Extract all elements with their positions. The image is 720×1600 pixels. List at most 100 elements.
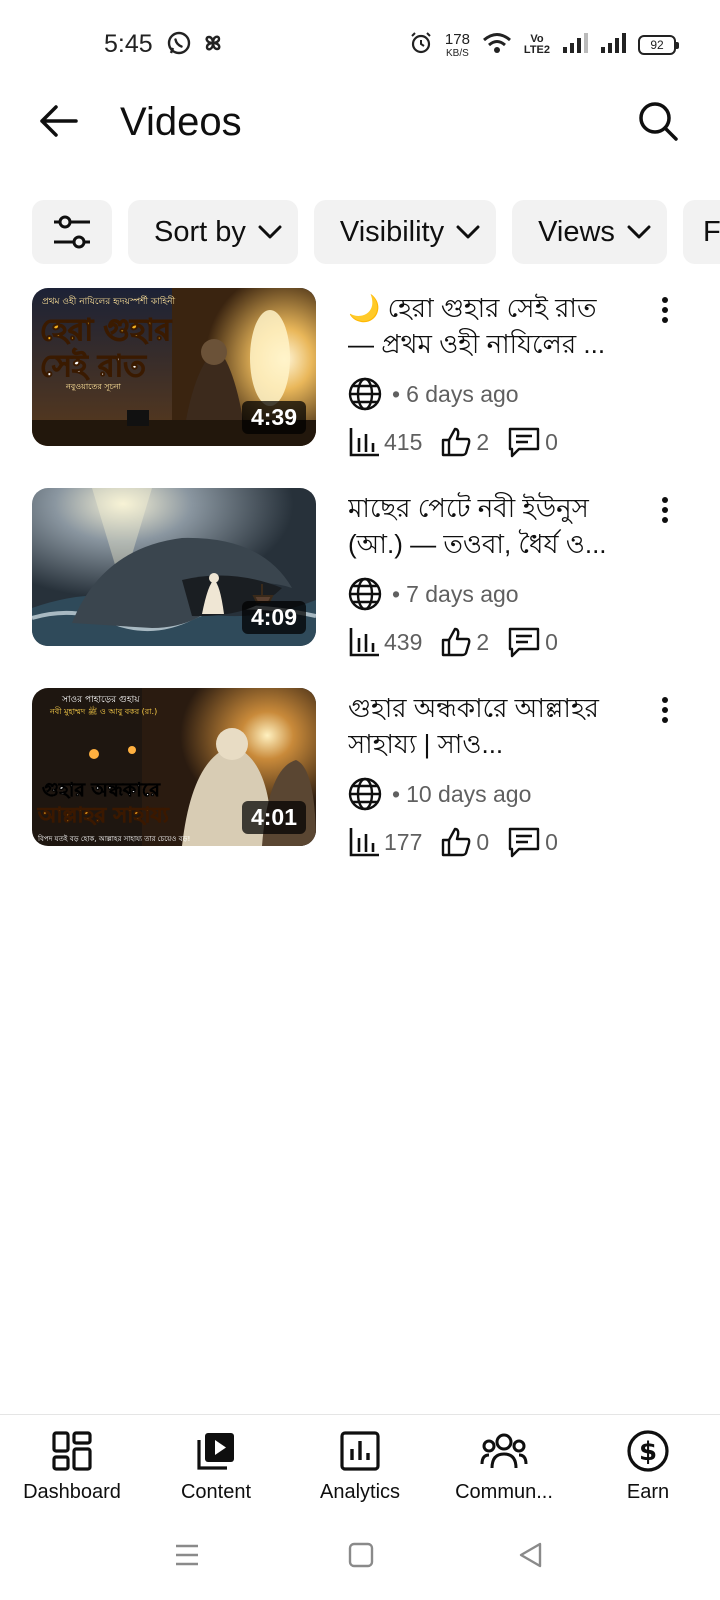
comment-icon xyxy=(508,827,540,858)
chip-sort-by-label: Sort by xyxy=(154,215,246,248)
chip-partial[interactable]: F xyxy=(682,200,720,264)
nav-content[interactable]: Content xyxy=(144,1415,288,1520)
square-home-icon xyxy=(348,1542,374,1568)
analytics-icon xyxy=(339,1427,381,1475)
video-age: 7 days ago xyxy=(406,580,519,607)
chevron-down-icon xyxy=(456,225,480,239)
pinwheel-app-icon xyxy=(200,30,226,61)
likes-count: 2 xyxy=(476,628,490,655)
network-speed: 178 KB/S xyxy=(445,32,470,59)
status-bar: 5:45 178 KB/S Vo LTE2 92 xyxy=(0,0,720,90)
recent-apps-button[interactable] xyxy=(174,1542,200,1573)
thumbnail-headline-1: হেরা গুহার xyxy=(40,313,173,348)
likes-stat: 2 xyxy=(440,426,489,458)
nav-dashboard-label: Dashboard xyxy=(23,1481,121,1503)
chip-sort-by[interactable]: Sort by xyxy=(128,200,298,264)
views-count: 177 xyxy=(384,828,423,855)
video-meta: • 6 days ago xyxy=(348,376,628,412)
video-stats: 177 0 0 xyxy=(348,824,628,860)
video-title[interactable]: মাছের পেটে নবী ইউনুস (আ.) — তওবা, ধৈর্য … xyxy=(348,490,628,562)
thumbs-up-icon xyxy=(442,827,471,857)
more-vertical-icon xyxy=(662,497,668,523)
speed-unit: KB/S xyxy=(446,47,469,59)
menu-lines-icon xyxy=(176,1544,198,1566)
volte-indicator: Vo LTE2 xyxy=(524,34,550,56)
video-title[interactable]: গুহার অন্ধকারে আল্লাহর সাহায্য | সাও... xyxy=(348,690,628,762)
thumbs-up-icon xyxy=(442,627,471,657)
nav-analytics[interactable]: Analytics xyxy=(288,1415,432,1520)
chevron-down-icon xyxy=(258,225,282,239)
video-thumbnail[interactable]: সাওর পাহাড়ের গুহায় নবী মুহাম্মদ ﷺ ও আব… xyxy=(32,688,316,846)
content-icon xyxy=(195,1427,237,1475)
home-button[interactable] xyxy=(348,1542,374,1573)
chip-views-label: Views xyxy=(538,215,615,248)
video-age: 10 days ago xyxy=(406,780,532,807)
comments-count: 0 xyxy=(545,628,558,655)
chip-views[interactable]: Views xyxy=(512,200,667,264)
video-item[interactable]: সাওর পাহাড়ের গুহায় নবী মুহাম্মদ ﷺ ও আব… xyxy=(0,688,720,888)
likes-stat: 0 xyxy=(440,826,489,858)
comment-icon xyxy=(508,627,540,658)
nav-earn-label: Earn xyxy=(626,1481,670,1503)
views-stat: 439 xyxy=(348,626,422,658)
chip-partial-label: F xyxy=(702,215,720,248)
more-vertical-icon xyxy=(662,697,668,723)
video-title[interactable]: 🌙 হেরা গুহার সেই রাত — প্রথম ওহী নাযিলের… xyxy=(348,290,628,362)
video-age: 6 days ago xyxy=(406,380,519,407)
search-icon xyxy=(639,102,678,141)
thumbnail-caption-top: প্রথম ওহী নাযিলের হৃদয়স্পর্শী কাহিনী xyxy=(42,295,175,307)
separator-dot: • xyxy=(392,380,401,407)
likes-count: 0 xyxy=(476,828,490,855)
video-item[interactable]: প্রথম ওহী নাযিলের হৃদয়স্পর্শী কাহিনী হে… xyxy=(0,288,720,488)
video-info: গুহার অন্ধকারে আল্লাহর সাহায্য | সাও... … xyxy=(348,690,628,860)
thumbnail-caption-top: সাওর পাহাড়ের গুহায় xyxy=(61,695,140,705)
earn-icon: $ xyxy=(626,1427,670,1475)
video-stats: 415 2 0 xyxy=(348,424,628,460)
video-duration: 4:39 xyxy=(241,401,306,434)
globe-public-icon xyxy=(348,577,382,611)
bar-chart-icon xyxy=(349,828,379,857)
separator-dot: • xyxy=(392,780,401,807)
chip-visibility[interactable]: Visibility xyxy=(313,200,497,264)
video-item[interactable]: 4:09 মাছের পেটে নবী ইউনুস (আ.) — তওবা, ধ… xyxy=(0,488,720,688)
separator-dot: • xyxy=(392,580,401,607)
likes-count: 2 xyxy=(476,428,490,455)
signal-2-icon xyxy=(600,32,626,58)
back-button[interactable] xyxy=(30,93,86,149)
video-meta: • 7 days ago xyxy=(348,576,628,612)
signal-1-icon xyxy=(562,32,588,58)
triangle-back-icon xyxy=(519,1542,542,1568)
community-icon xyxy=(480,1427,528,1475)
nav-dashboard[interactable]: Dashboard xyxy=(0,1415,144,1520)
comments-count: 0 xyxy=(545,828,558,855)
alarm-icon xyxy=(409,31,433,60)
more-options-button[interactable] xyxy=(650,292,680,328)
video-info: মাছের পেটে নবী ইউনুস (আ.) — তওবা, ধৈর্য … xyxy=(348,490,628,660)
app-header: Videos xyxy=(0,85,720,159)
more-options-button[interactable] xyxy=(650,692,680,728)
video-thumbnail[interactable]: প্রথম ওহী নাযিলের হৃদয়স্পর্শী কাহিনী হে… xyxy=(32,288,316,446)
whatsapp-icon xyxy=(166,30,192,61)
search-button[interactable] xyxy=(630,93,686,149)
globe-public-icon xyxy=(348,377,382,411)
filter-settings-button[interactable] xyxy=(32,200,112,264)
thumbnail-caption-top-2: নবী মুহাম্মদ ﷺ ও আবু বকর (রা.) xyxy=(49,705,157,716)
system-back-button[interactable] xyxy=(518,1542,544,1573)
thumbnail-caption-bottom: বিপদ যতই বড় হোক, আল্লাহর সাহায্য তার চে… xyxy=(37,835,190,843)
video-duration: 4:01 xyxy=(241,801,306,834)
more-options-button[interactable] xyxy=(650,492,680,528)
nav-analytics-label: Analytics xyxy=(319,1481,401,1503)
comments-stat: 0 xyxy=(507,426,558,458)
views-stat: 415 xyxy=(348,426,422,458)
video-thumbnail[interactable]: 4:09 xyxy=(32,488,316,646)
speed-value: 178 xyxy=(444,30,470,48)
views-count: 415 xyxy=(384,428,423,455)
volte-bottom: LTE2 xyxy=(523,44,550,56)
nav-community[interactable]: Commun... xyxy=(432,1415,576,1520)
wifi-icon xyxy=(482,32,512,59)
thumbnail-headline-2: সেই রাত xyxy=(40,348,147,384)
chevron-down-icon xyxy=(627,225,651,239)
likes-stat: 2 xyxy=(440,626,489,658)
comments-stat: 0 xyxy=(507,626,558,658)
nav-earn[interactable]: $ Earn xyxy=(576,1415,720,1520)
